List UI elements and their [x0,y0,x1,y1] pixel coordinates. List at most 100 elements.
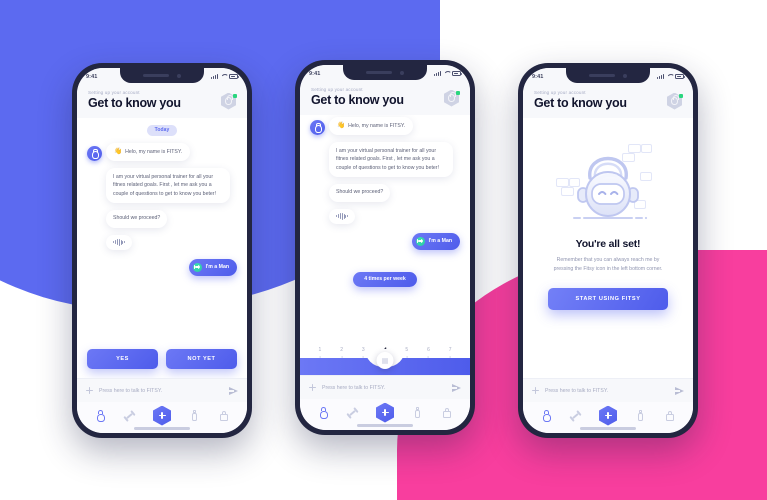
chat-thread[interactable]: 👋 Helo, my name is FITSY. I am your virt… [300,114,470,375]
bottom-nav [77,402,247,433]
chat-thread[interactable]: Today 👋 Helo, my name is FITSY. I am you… [77,117,247,378]
slider-tick[interactable]: 1 [309,347,331,358]
earpiece-speaker [366,71,392,74]
signal-icon [656,74,664,79]
header-text-block: Setting up your account Get to know you [88,90,181,110]
fitsy-bot-avatar-icon[interactable] [221,92,237,110]
message-input[interactable]: Press here to talk to FITSY. [545,388,669,394]
fitsy-bot-avatar-icon[interactable] [667,92,683,110]
message-row-user: I'm a Man [87,258,237,276]
front-camera [400,70,404,75]
frequency-chip-row: 4 times per week [310,271,460,287]
nav-bag-icon[interactable] [441,407,452,419]
app-header: Setting up your account Get to know you [300,82,470,115]
earpiece-speaker [589,74,615,77]
nav-bottle-icon[interactable] [635,410,646,422]
bot-avatar-icon [310,120,325,136]
message-row-bot-1: 👋 Helo, my name is FITSY. [87,142,237,162]
attachment-plus-icon[interactable] [309,384,316,391]
attachment-plus-icon[interactable] [532,387,539,394]
message-input[interactable]: Press here to talk to FITSY. [322,385,446,391]
chat-bubble-text: Helo, my name is FITSY. [348,122,406,129]
home-indicator [134,427,190,430]
start-using-fitsy-button[interactable]: START USING FITSY [548,287,668,310]
slider-tick[interactable]: 2 [331,347,353,358]
message-input-bar[interactable]: Press here to talk to FITSY. [77,378,247,402]
message-row-bot-voice [310,208,460,224]
page-title: Get to know you [88,96,181,110]
chat-bubble-text: I'm a Man [205,263,229,270]
nav-dumbbell-icon[interactable] [121,407,137,423]
waveform-icon [336,212,349,220]
chat-bubble-bot: I am your virtual personal trainer for a… [329,142,453,177]
slider-track[interactable] [300,349,470,375]
status-bar-time: 9:41 [309,70,321,77]
signal-icon [433,71,441,76]
frequency-slider[interactable]: 1 2 3 4 5 6 7 [300,347,470,375]
nav-kettlebell-icon[interactable] [318,406,329,419]
message-row-user: I'm a Man [310,232,460,250]
nav-bottle-icon[interactable] [412,407,423,419]
header-kicker: Setting up your account [534,90,586,95]
signal-icon [210,74,218,79]
chat-bubble-user: I'm a Man [188,258,237,276]
nav-bag-icon[interactable] [664,410,675,422]
bottom-nav [300,399,470,430]
status-bar-time: 9:41 [86,73,98,80]
nav-plus-icon[interactable] [153,405,171,426]
chat-bubble-bot: I am your virtual personal trainer for a… [106,168,230,203]
phone-notch [120,68,204,83]
nav-dumbbell-icon[interactable] [344,404,360,420]
message-row-bot-voice [87,234,237,250]
nav-bag-icon[interactable] [218,410,229,422]
phone-notch [343,65,427,80]
chat-bubble-voice-note[interactable] [106,234,133,250]
chat-bubble-bot: 👋 Helo, my name is FITSY. [106,142,191,162]
send-icon[interactable] [452,383,461,392]
bot-avatar-icon [87,146,102,162]
gender-male-icon [415,236,425,246]
status-bar-time: 9:41 [532,73,544,80]
yes-button[interactable]: YES [87,349,158,369]
quick-reply-buttons: YES NOT YET [87,349,237,369]
status-bar-indicators [210,74,239,79]
send-icon[interactable] [675,386,684,395]
phone-mockup-2: 9:41 Setting up your account Get to know… [295,60,475,435]
nav-kettlebell-icon[interactable] [95,409,106,422]
message-input[interactable]: Press here to talk to FITSY. [99,388,223,394]
avatar-kettlebell-glyph [448,92,457,102]
front-camera [623,73,627,78]
waving-hand-icon: 👋 [114,147,123,155]
waveform-icon [113,238,126,246]
status-bar-indicators [433,71,462,76]
phone-mockup-stage: 9:41 Setting up your account Get to know… [0,0,767,500]
chat-bubble-voice-note[interactable] [329,208,356,224]
home-indicator [357,424,413,427]
online-status-dot [679,93,683,98]
send-icon[interactable] [229,386,238,395]
nav-kettlebell-icon[interactable] [541,409,552,422]
slider-tick[interactable]: 6 [418,347,440,358]
header-text-block: Setting up your account Get to know you [534,90,627,110]
nav-dumbbell-icon[interactable] [567,407,583,423]
message-input-bar[interactable]: Press here to talk to FITSY. [300,375,470,399]
nav-plus-icon[interactable] [599,405,617,426]
slider-tick[interactable]: 7 [439,347,461,358]
battery-icon [675,74,685,79]
nav-plus-icon[interactable] [376,402,394,423]
attachment-plus-icon[interactable] [86,387,93,394]
online-status-dot [233,93,237,98]
avatar-kettlebell-glyph [671,95,680,105]
avatar-kettlebell-glyph [225,95,234,105]
bottom-nav [523,402,693,433]
success-subtitle: Remember that you can always reach me by… [553,256,663,272]
wifi-icon [444,71,450,76]
day-divider: Today [87,124,237,136]
app-header: Setting up your account Get to know you [523,85,693,118]
message-input-bar[interactable]: Press here to talk to FITSY. [523,378,693,402]
nav-bottle-icon[interactable] [189,410,200,422]
not-yet-button[interactable]: NOT YET [166,349,237,369]
slider-thumb[interactable] [376,352,394,369]
fitsy-bot-avatar-icon[interactable] [444,89,460,107]
message-row-bot-3: Should we proceed? [310,183,460,202]
